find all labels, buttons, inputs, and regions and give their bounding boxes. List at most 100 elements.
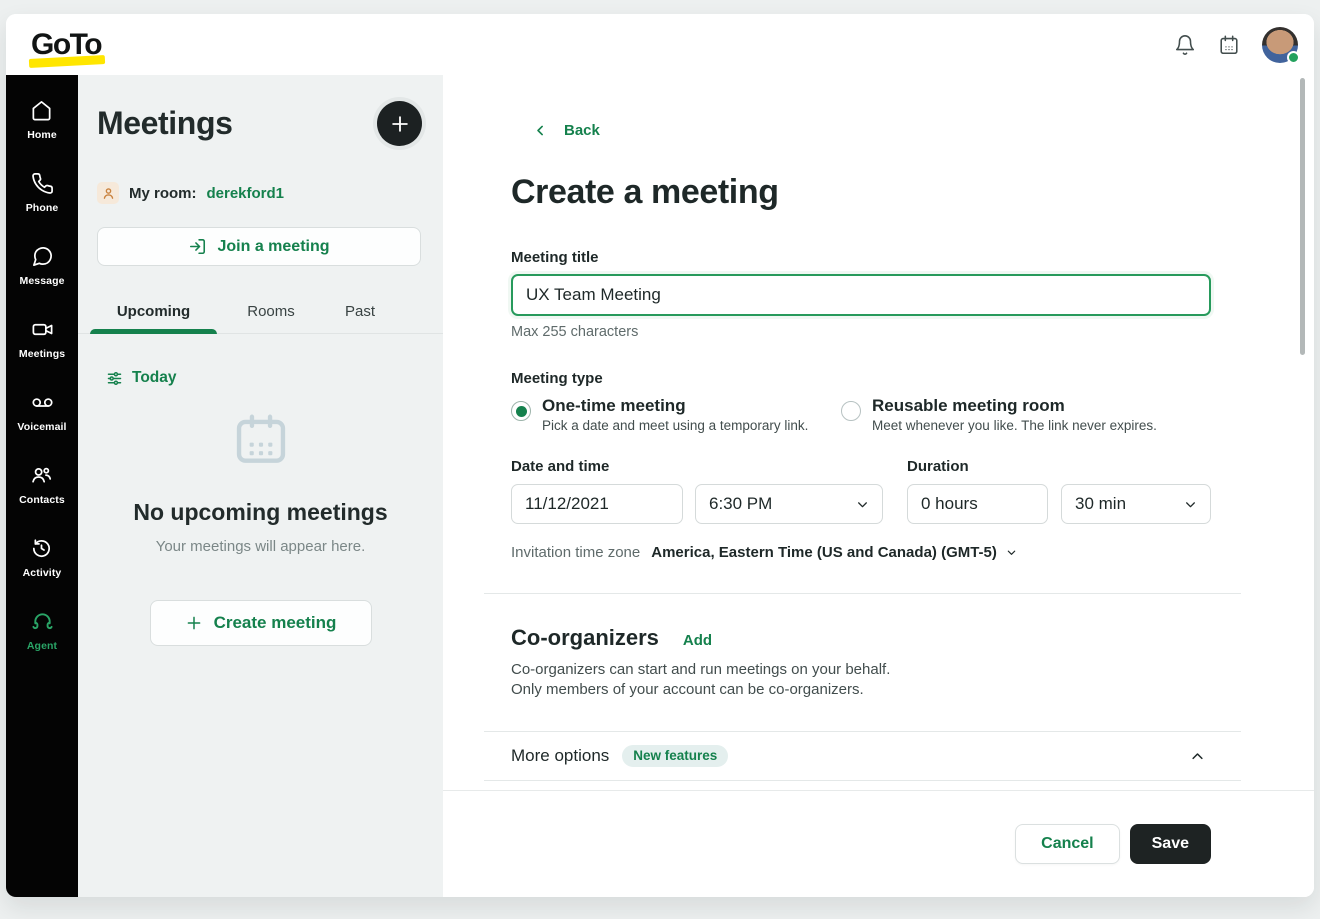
online-status-dot bbox=[1287, 51, 1300, 64]
history-icon bbox=[30, 537, 53, 560]
filter-sliders-icon bbox=[106, 370, 123, 387]
sidebar-item-phone[interactable]: Phone bbox=[26, 172, 59, 214]
today-filter[interactable]: Today bbox=[106, 369, 443, 387]
radio-option-description: Meet whenever you like. The link never e… bbox=[872, 418, 1157, 433]
empty-state: No upcoming meetings Your meetings will … bbox=[78, 409, 443, 646]
sidebar-label: Contacts bbox=[19, 494, 65, 506]
chevron-left-icon bbox=[534, 124, 547, 137]
plus-icon bbox=[389, 113, 411, 135]
headset-icon bbox=[31, 610, 54, 633]
contacts-icon bbox=[30, 464, 53, 487]
tab-upcoming[interactable]: Upcoming bbox=[90, 294, 217, 333]
minutes-select-value: 30 min bbox=[1075, 494, 1126, 514]
meeting-title-label: Meeting title bbox=[511, 249, 1314, 266]
radio-unselected-icon bbox=[841, 401, 861, 421]
user-avatar[interactable] bbox=[1262, 27, 1298, 63]
join-meeting-label: Join a meeting bbox=[217, 238, 329, 256]
new-meeting-plus-button[interactable] bbox=[377, 101, 422, 146]
sidebar-label: Phone bbox=[26, 202, 59, 214]
sidebar-label: Agent bbox=[27, 640, 57, 652]
empty-state-subtitle: Your meetings will appear here. bbox=[156, 538, 366, 555]
my-room-row: My room: derekford1 bbox=[78, 182, 443, 204]
add-co-organizer-link[interactable]: Add bbox=[683, 632, 712, 649]
description-line: Only members of your account can be co-o… bbox=[511, 680, 1314, 700]
time-select-value: 6:30 PM bbox=[709, 494, 772, 514]
sidebar-item-agent[interactable]: Agent bbox=[27, 610, 57, 652]
top-bar-actions bbox=[1174, 27, 1298, 63]
create-meeting-button[interactable]: Create meeting bbox=[150, 600, 372, 646]
sidebar-label: Activity bbox=[23, 567, 62, 579]
description-line: Co-organizers can start and run meetings… bbox=[511, 660, 1314, 680]
duration-hours-input[interactable]: 0 hours bbox=[907, 484, 1048, 524]
create-meeting-label: Create meeting bbox=[214, 613, 337, 633]
sidebar-item-home[interactable]: Home bbox=[27, 99, 57, 141]
chevron-up-icon bbox=[1190, 749, 1205, 764]
sidebar-item-message[interactable]: Message bbox=[19, 245, 64, 287]
page-title: Create a meeting bbox=[511, 173, 1314, 212]
message-icon bbox=[31, 245, 54, 268]
meeting-title-help: Max 255 characters bbox=[511, 324, 1314, 340]
join-meeting-button[interactable]: Join a meeting bbox=[97, 227, 421, 266]
meeting-title-input[interactable] bbox=[511, 274, 1211, 316]
tab-past[interactable]: Past bbox=[325, 294, 395, 333]
co-organizers-title: Co-organizers bbox=[511, 625, 659, 651]
voicemail-icon bbox=[31, 391, 54, 414]
calendar-icon[interactable] bbox=[1218, 34, 1240, 56]
meeting-type-options: One-time meeting Pick a date and meet us… bbox=[511, 396, 1314, 433]
panel-tabs: Upcoming Rooms Past bbox=[78, 294, 443, 334]
cancel-button[interactable]: Cancel bbox=[1015, 824, 1119, 864]
radio-one-time-meeting[interactable]: One-time meeting Pick a date and meet us… bbox=[511, 396, 815, 433]
goto-logo[interactable]: GoTo bbox=[31, 30, 101, 60]
back-link[interactable]: Back bbox=[534, 122, 1314, 139]
vertical-scrollbar[interactable] bbox=[1300, 78, 1305, 355]
more-options-toggle[interactable]: More options New features bbox=[511, 732, 1211, 780]
video-camera-icon bbox=[31, 318, 54, 341]
create-meeting-form: Back Create a meeting Meeting title Max … bbox=[443, 75, 1314, 897]
chevron-down-icon bbox=[1006, 547, 1017, 558]
new-features-badge: New features bbox=[622, 745, 728, 767]
time-zone-value: America, Eastern Time (US and Canada) (G… bbox=[651, 544, 997, 561]
more-options-label: More options bbox=[511, 746, 609, 766]
sidebar-item-activity[interactable]: Activity bbox=[23, 537, 62, 579]
chevron-down-icon bbox=[856, 498, 869, 511]
sidebar-item-meetings[interactable]: Meetings bbox=[19, 318, 65, 360]
panel-title: Meetings bbox=[97, 105, 233, 142]
my-room-link[interactable]: derekford1 bbox=[207, 185, 285, 202]
bell-icon[interactable] bbox=[1174, 34, 1196, 56]
radio-option-description: Pick a date and meet using a temporary l… bbox=[542, 418, 808, 433]
app-body: Home Phone Message Meetings Voicemail Co… bbox=[6, 75, 1314, 897]
duration-minutes-select[interactable]: 30 min bbox=[1061, 484, 1211, 524]
section-divider bbox=[484, 780, 1241, 781]
sidebar-item-contacts[interactable]: Contacts bbox=[19, 464, 65, 506]
form-footer: Cancel Save bbox=[443, 790, 1314, 897]
phone-icon bbox=[31, 172, 54, 195]
meeting-type-label: Meeting type bbox=[511, 370, 1314, 387]
today-label: Today bbox=[132, 369, 177, 387]
app-window: GoTo Home Phone Message bbox=[6, 14, 1314, 897]
radio-reusable-meeting-room[interactable]: Reusable meeting room Meet whenever you … bbox=[841, 396, 1157, 433]
date-input[interactable]: 11/12/2021 bbox=[511, 484, 683, 524]
person-icon bbox=[97, 182, 119, 204]
top-bar: GoTo bbox=[6, 14, 1314, 75]
empty-calendar-icon bbox=[230, 409, 292, 471]
radio-option-title: Reusable meeting room bbox=[872, 396, 1157, 416]
sidebar-label: Message bbox=[19, 275, 64, 287]
home-icon bbox=[30, 99, 53, 122]
save-button[interactable]: Save bbox=[1130, 824, 1211, 864]
sidebar-label: Home bbox=[27, 129, 57, 141]
sign-in-icon bbox=[188, 237, 207, 256]
date-time-label: Date and time bbox=[511, 458, 907, 475]
duration-label: Duration bbox=[907, 458, 969, 475]
my-room-label: My room: bbox=[129, 185, 197, 202]
time-zone-row: Invitation time zone America, Eastern Ti… bbox=[511, 544, 1314, 561]
plus-icon bbox=[185, 614, 203, 632]
tab-rooms[interactable]: Rooms bbox=[236, 294, 306, 333]
time-zone-select[interactable]: America, Eastern Time (US and Canada) (G… bbox=[651, 544, 1017, 561]
logo-text: GoTo bbox=[31, 28, 101, 61]
time-select[interactable]: 6:30 PM bbox=[695, 484, 883, 524]
empty-state-title: No upcoming meetings bbox=[133, 499, 387, 526]
sidebar-item-voicemail[interactable]: Voicemail bbox=[17, 391, 66, 433]
back-label: Back bbox=[564, 122, 600, 139]
radio-selected-icon bbox=[511, 401, 531, 421]
meetings-panel: Meetings My room: derekford1 Join a meet… bbox=[78, 75, 443, 897]
